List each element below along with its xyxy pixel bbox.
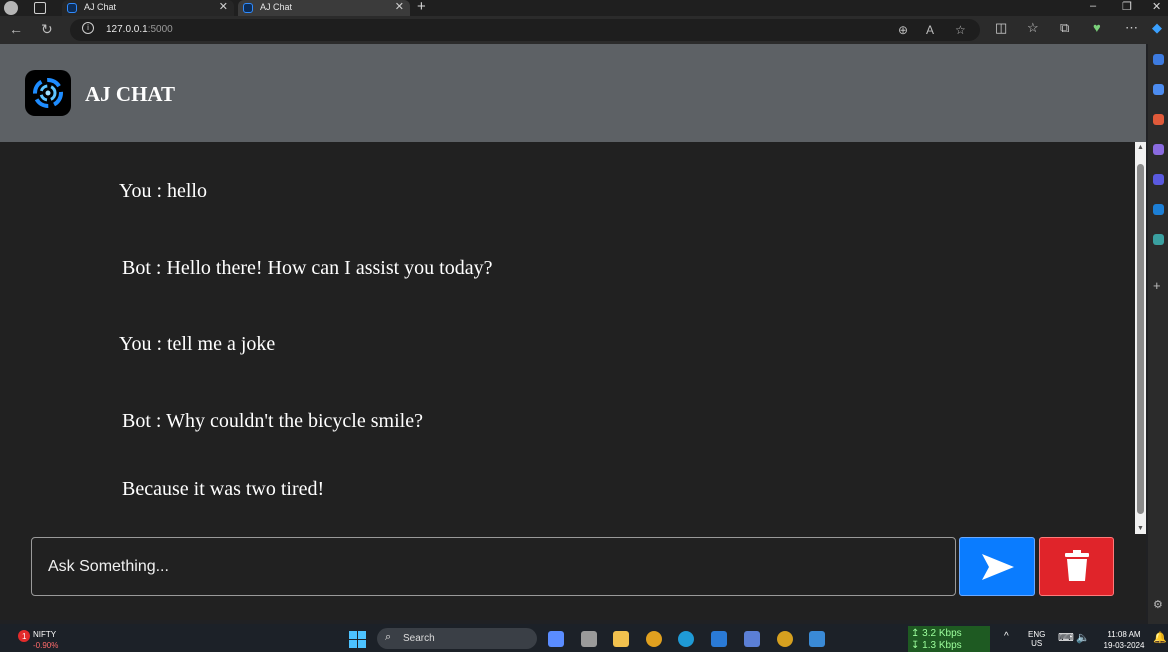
search-label: Search: [403, 633, 435, 644]
app-favicon-icon: [67, 3, 77, 13]
new-tab-icon[interactable]: +: [417, 0, 426, 15]
clock-date: 19-03-2024: [1103, 641, 1145, 650]
address-bar[interactable]: i 127.0.0.1:5000 ⊕ A ☆: [70, 19, 980, 41]
browser-sidebar: + ⚙: [1148, 44, 1168, 624]
favorites-icon[interactable]: ☆: [1027, 20, 1039, 36]
drop-icon[interactable]: [1153, 234, 1164, 245]
browser-essentials-icon[interactable]: ♥: [1093, 20, 1101, 35]
back-icon[interactable]: ←: [9, 21, 23, 37]
scroll-up-icon[interactable]: ▲: [1137, 144, 1144, 151]
zoom-icon[interactable]: ⊕: [898, 23, 908, 37]
stock-change: -0.90%: [33, 641, 59, 650]
svg-text:1: 1: [22, 632, 27, 641]
browser-toolbar: ← ↻ i 127.0.0.1:5000 ⊕ A ☆: [0, 16, 1168, 44]
send-arrow-icon: [982, 554, 1014, 580]
upload-speed: ↥ 3.2 Kbps: [911, 628, 962, 639]
tab-actions-icon[interactable]: [34, 2, 46, 14]
photos-icon[interactable]: [809, 631, 825, 647]
chrome-icon[interactable]: [646, 631, 662, 647]
chat-page: AJ CHAT You : hello Bot : Hello there! H…: [0, 44, 1146, 620]
app-title: AJ CHAT: [85, 82, 176, 106]
trash-icon: [1065, 550, 1089, 581]
office-icon[interactable]: [1153, 174, 1164, 185]
browser-tab-strip: AJ Chat ✕ AJ Chat ✕ + – ❐ ✕: [0, 0, 1168, 16]
clear-chat-button[interactable]: [1039, 537, 1114, 596]
vscode-icon[interactable]: [711, 631, 727, 647]
close-tab-icon[interactable]: ✕: [395, 0, 404, 13]
notes-app-icon[interactable]: [744, 631, 760, 647]
clock-time: 11:08 AM: [1107, 630, 1141, 639]
refresh-icon[interactable]: ↻: [41, 21, 53, 38]
chat-messages: You : hello Bot : Hello there! How can I…: [0, 142, 1134, 534]
start-windows-icon[interactable]: [349, 631, 366, 648]
scroll-down-icon[interactable]: ▼: [1137, 525, 1144, 532]
stock-name: NIFTY: [33, 630, 57, 639]
close-window-icon[interactable]: ✕: [1152, 0, 1161, 13]
volume-icon[interactable]: 🔈: [1076, 631, 1090, 644]
favorite-star-icon[interactable]: ☆: [955, 23, 966, 37]
chevron-up-icon[interactable]: ^: [1004, 631, 1009, 642]
outlook-icon[interactable]: [1153, 204, 1164, 215]
bot-message: Bot : Hello there! How can I assist you …: [122, 257, 493, 279]
language-indicator[interactable]: ENG US: [1028, 630, 1045, 648]
message-input[interactable]: [31, 537, 956, 596]
sidebar-settings-icon[interactable]: ⚙: [1153, 600, 1164, 611]
file-explorer-icon[interactable]: [613, 631, 629, 647]
search-icon[interactable]: [1153, 54, 1164, 65]
minimize-icon[interactable]: –: [1090, 0, 1096, 12]
restore-icon[interactable]: ❐: [1122, 0, 1132, 13]
user-message: You : hello: [119, 180, 207, 202]
tab-title: AJ Chat: [260, 2, 293, 12]
bot-message: Bot : Why couldn't the bicycle smile?: [122, 410, 423, 432]
browser-tab-active[interactable]: AJ Chat ✕: [238, 0, 410, 16]
taskbar-search[interactable]: ⌕ Search: [377, 628, 537, 649]
url-text: 127.0.0.1:5000: [106, 24, 173, 35]
tab-title: AJ Chat: [84, 2, 117, 12]
app-favicon-icon: [243, 3, 253, 13]
search-icon: ⌕: [385, 631, 392, 643]
app-logo-icon: [25, 70, 71, 116]
system-clock[interactable]: 11:08 AM 19-03-2024: [1100, 629, 1148, 651]
read-aloud-icon[interactable]: A: [926, 23, 934, 37]
stock-trend-icon[interactable]: 1: [14, 628, 32, 646]
notification-bell-icon[interactable]: 🔔: [1153, 631, 1167, 644]
more-options-icon[interactable]: ⋯: [1125, 20, 1138, 36]
browser-tab[interactable]: AJ Chat ✕: [62, 0, 234, 16]
network-speed-widget: ↥ 3.2 Kbps ↧ 1.3 Kbps: [908, 626, 990, 652]
tools-icon[interactable]: [1153, 114, 1164, 125]
edge-icon[interactable]: [678, 631, 694, 647]
copilot-app-icon[interactable]: [548, 631, 564, 647]
close-tab-icon[interactable]: ✕: [219, 0, 228, 13]
scrollbar-thumb[interactable]: [1137, 164, 1144, 514]
user-message: You : tell me a joke: [119, 333, 276, 355]
shopping-icon[interactable]: [1153, 84, 1164, 95]
site-info-icon[interactable]: i: [82, 22, 94, 34]
windows-taskbar: 1 NIFTY -0.90% ⌕ Search ↥ 3.2 Kbps ↧ 1.3…: [0, 624, 1168, 652]
send-button[interactable]: [959, 537, 1035, 596]
chrome-profile-icon[interactable]: [777, 631, 793, 647]
games-icon[interactable]: [1153, 144, 1164, 155]
copilot-icon[interactable]: ◆: [1152, 20, 1162, 36]
app-header: AJ CHAT: [0, 44, 1146, 142]
wifi-icon[interactable]: ⌨: [1058, 631, 1074, 644]
bot-message: Because it was two tired!: [122, 478, 325, 500]
add-sidebar-app-icon[interactable]: +: [1153, 279, 1164, 292]
task-view-icon[interactable]: [581, 631, 597, 647]
profile-avatar[interactable]: [4, 1, 18, 15]
download-speed: ↧ 1.3 Kbps: [911, 640, 962, 651]
split-screen-icon[interactable]: ◫: [995, 20, 1007, 36]
collections-icon[interactable]: ⧉: [1060, 20, 1069, 36]
chat-scrollbar[interactable]: ▲ ▼: [1135, 142, 1146, 534]
